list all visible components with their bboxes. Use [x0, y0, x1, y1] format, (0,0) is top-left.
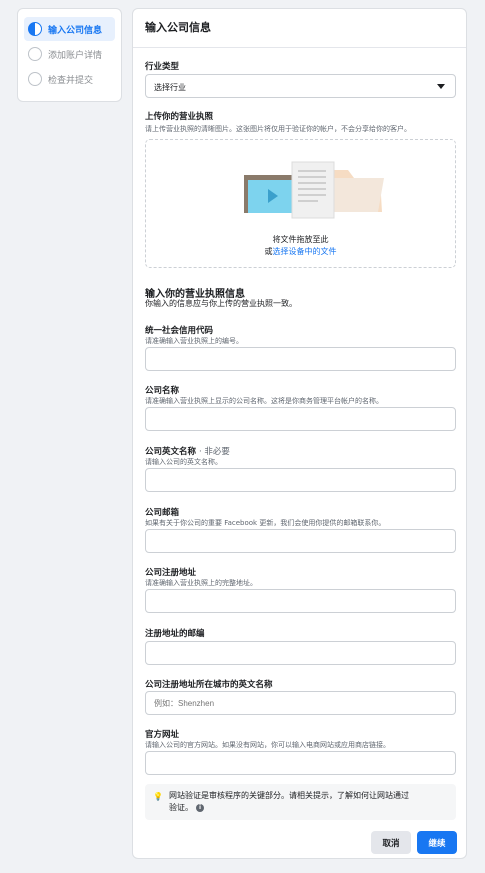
- postal-code-label: 注册地址的邮编: [145, 629, 205, 639]
- company-name-en-hint: 请输入公司的英文名称。: [145, 458, 222, 466]
- industry-select-value: 选择行业: [154, 83, 186, 92]
- company-name-en-label-text: 公司英文名称: [145, 447, 197, 457]
- company-name-label: 公司名称: [145, 386, 180, 396]
- lightbulb-icon: 💡: [153, 792, 163, 801]
- step-label: 添加账户详情: [48, 50, 103, 61]
- company-email-label: 公司邮箱: [145, 508, 180, 518]
- company-email-hint: 如果有关于你公司的重要 Facebook 更新，我们会使用你提供的邮箱联系你。: [145, 519, 386, 527]
- company-name-en-input[interactable]: [145, 468, 456, 492]
- page-title: 输入公司信息: [145, 21, 211, 34]
- company-name-input[interactable]: [145, 407, 456, 431]
- file-drop-zone[interactable]: 将文件拖放至此 或选择设备中的文件: [145, 139, 456, 268]
- divider: [133, 47, 466, 48]
- steps-panel: 输入公司信息 添加账户详情 检查并提交: [17, 8, 122, 102]
- upload-illustration-icon: [244, 161, 384, 219]
- continue-button[interactable]: 继续: [417, 831, 457, 854]
- city-en-label: 公司注册地址所在城市的英文名称: [145, 680, 273, 690]
- caret-down-icon: [437, 84, 445, 89]
- step-circle-icon: [28, 72, 42, 86]
- website-label: 官方网址: [145, 730, 180, 740]
- credit-code-input[interactable]: [145, 347, 456, 371]
- drop-instruction: 将文件拖放至此: [272, 235, 329, 244]
- company-email-input[interactable]: [145, 529, 456, 553]
- city-en-input[interactable]: [145, 691, 456, 715]
- website-input[interactable]: [145, 751, 456, 775]
- step-progress-icon: [28, 22, 42, 36]
- company-name-hint: 请准确输入营业执照上显示的公司名称。这将是你商务管理平台帐户的名称。: [145, 397, 383, 405]
- select-file-line: 或选择设备中的文件: [146, 246, 455, 257]
- upload-label: 上传你的营业执照: [145, 112, 214, 122]
- cancel-button[interactable]: 取消: [371, 831, 411, 854]
- industry-select[interactable]: 选择行业: [145, 74, 456, 98]
- license-section-subtitle: 你输入的信息应与你上传的营业执照一致。: [145, 299, 297, 308]
- reg-address-hint: 请准确输入营业执照上的完整地址。: [145, 579, 257, 587]
- credit-code-label: 统一社会信用代码: [145, 326, 214, 336]
- company-info-form: 输入公司信息 行业类型 选择行业 上传你的营业执照 请上传营业执照的清晰图片。这…: [132, 8, 467, 859]
- tip-text-line2: 验证。 i: [169, 802, 450, 814]
- company-name-en-label: 公司英文名称 · 非必要: [145, 445, 230, 457]
- step-account-details[interactable]: 添加账户详情: [24, 42, 115, 66]
- website-verification-tip: 💡 网站验证是审核程序的关键部分。请相关提示，了解如何让网站通过 验证。 i: [145, 784, 456, 820]
- step-circle-icon: [28, 47, 42, 61]
- step-company-info[interactable]: 输入公司信息: [24, 17, 115, 41]
- upload-hint: 请上传营业执照的清晰图片。这张图片将仅用于验证你的帐户，不会分享给你的客户。: [145, 125, 411, 133]
- info-icon[interactable]: i: [196, 803, 204, 812]
- website-hint: 请输入公司的官方网站。如果没有网站，你可以输入电商网站或应用商店链接。: [145, 741, 390, 749]
- reg-address-label: 公司注册地址: [145, 568, 197, 578]
- industry-label: 行业类型: [145, 62, 180, 72]
- step-label: 输入公司信息: [48, 25, 103, 36]
- reg-address-input[interactable]: [145, 589, 456, 613]
- optional-tag: · 非必要: [198, 447, 230, 457]
- step-review-submit[interactable]: 检查并提交: [24, 67, 115, 91]
- or-text: 或: [264, 247, 273, 256]
- tip-text-line1: 网站验证是审核程序的关键部分。请相关提示，了解如何让网站通过: [169, 791, 409, 800]
- tip-text-line2-text: 验证。: [169, 803, 193, 812]
- credit-code-hint: 请准确输入营业执照上的编号。: [145, 337, 243, 345]
- select-file-link[interactable]: 选择设备中的文件: [273, 247, 337, 256]
- postal-code-input[interactable]: [145, 641, 456, 665]
- step-label: 检查并提交: [48, 75, 94, 86]
